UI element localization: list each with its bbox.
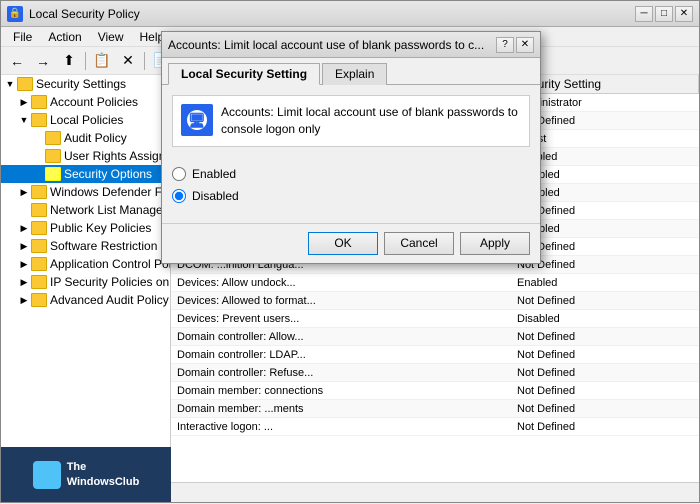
- radio-enabled-option[interactable]: Enabled: [172, 167, 530, 181]
- radio-disabled-option[interactable]: Disabled: [172, 189, 530, 203]
- radio-disabled-label: Disabled: [192, 189, 239, 203]
- ok-button[interactable]: OK: [308, 232, 378, 255]
- radio-enabled-input[interactable]: [172, 167, 186, 181]
- dialog-overlay: Accounts: Limit local account use of bla…: [1, 1, 700, 504]
- dialog-tabs: Local Security Setting Explain: [162, 58, 540, 85]
- dialog-content: 🖥 Accounts: Limit local account use of b…: [162, 85, 540, 223]
- radio-enabled-label: Enabled: [192, 167, 236, 181]
- cancel-button[interactable]: Cancel: [384, 232, 454, 255]
- policy-description-text: Accounts: Limit local account use of bla…: [221, 104, 521, 138]
- policy-icon: 🖥: [181, 104, 213, 136]
- dialog-title-buttons: ? ✕: [496, 37, 534, 53]
- dialog: Accounts: Limit local account use of bla…: [161, 31, 541, 264]
- apply-button[interactable]: Apply: [460, 232, 530, 255]
- radio-disabled-input[interactable]: [172, 189, 186, 203]
- tab-local-security-setting[interactable]: Local Security Setting: [168, 63, 320, 85]
- radio-group: Enabled Disabled: [172, 157, 530, 213]
- dialog-close-button[interactable]: ✕: [516, 37, 534, 53]
- dialog-title-bar: Accounts: Limit local account use of bla…: [162, 32, 540, 58]
- tab-explain[interactable]: Explain: [322, 63, 387, 85]
- policy-icon-inner: 🖥: [187, 110, 207, 130]
- dialog-footer: OK Cancel Apply: [162, 223, 540, 263]
- policy-description-box: 🖥 Accounts: Limit local account use of b…: [172, 95, 530, 147]
- main-window: 🔒 Local Security Policy ─ □ ✕ File Actio…: [0, 0, 700, 503]
- dialog-title: Accounts: Limit local account use of bla…: [168, 38, 496, 52]
- dialog-help-button[interactable]: ?: [496, 37, 514, 53]
